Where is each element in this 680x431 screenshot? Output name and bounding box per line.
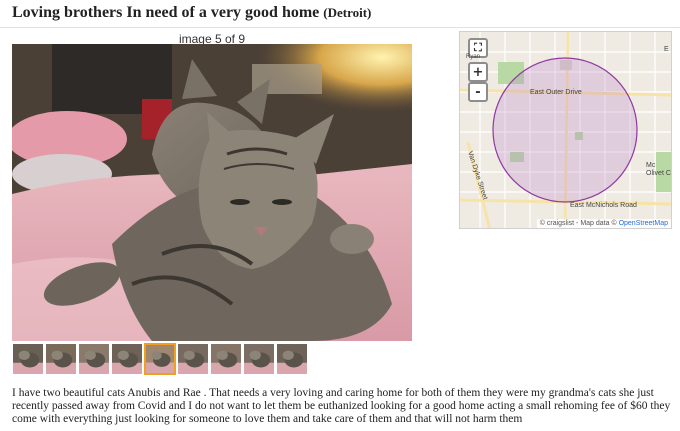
location-map[interactable]: ⛶ + - Ryan E East Outer Drive East McNic… bbox=[459, 31, 672, 229]
thumbnail-image bbox=[178, 344, 208, 374]
thumbnail-image bbox=[46, 344, 76, 374]
map-street-east-outer-drive: East Outer Drive bbox=[530, 89, 582, 96]
posting-title: Loving brothers In need of a very good h… bbox=[12, 4, 320, 21]
thumbnail-5[interactable] bbox=[144, 343, 176, 375]
map-label-top-left: Ryan bbox=[466, 54, 481, 60]
fullscreen-icon: ⛶ bbox=[474, 41, 482, 54]
map-street-east-mcnichols: East McNichols Road bbox=[570, 202, 637, 209]
posting-title-bar: Loving brothers In need of a very good h… bbox=[0, 0, 680, 28]
thumbnail-1[interactable] bbox=[12, 343, 44, 375]
map-attribution: © craigslist - Map data © OpenStreetMap bbox=[536, 219, 671, 228]
zoom-in-button[interactable]: + bbox=[468, 62, 488, 82]
cats-photo bbox=[12, 44, 412, 341]
thumbnail-image bbox=[13, 344, 43, 374]
openstreetmap-link[interactable]: OpenStreetMap bbox=[619, 220, 668, 227]
thumbnail-3[interactable] bbox=[78, 343, 110, 375]
thumbnail-9[interactable] bbox=[276, 343, 308, 375]
thumbnail-strip bbox=[12, 343, 308, 375]
thumbnail-4[interactable] bbox=[111, 343, 143, 375]
map-label-mo: Mc bbox=[646, 162, 656, 169]
main-photo[interactable] bbox=[12, 44, 412, 341]
zoom-out-button[interactable]: - bbox=[468, 82, 488, 102]
thumbnail-8[interactable] bbox=[243, 343, 275, 375]
posting-description: I have two beautiful cats Anubis and Rae… bbox=[12, 387, 671, 425]
thumbnail-image bbox=[112, 344, 142, 374]
thumbnail-2[interactable] bbox=[45, 343, 77, 375]
thumbnail-image bbox=[277, 344, 307, 374]
thumbnail-6[interactable] bbox=[177, 343, 209, 375]
posting-location: (Detroit) bbox=[323, 5, 372, 20]
map-label-top-right: E bbox=[664, 46, 669, 53]
map-tiles bbox=[460, 32, 671, 228]
thumbnail-image bbox=[79, 344, 109, 374]
thumbnail-7[interactable] bbox=[210, 343, 242, 375]
attribution-prefix: © craigslist - Map data © bbox=[539, 220, 617, 227]
thumbnail-image bbox=[211, 344, 241, 374]
thumbnail-image bbox=[244, 344, 274, 374]
map-label-olivet: Olivet C bbox=[646, 170, 671, 177]
thumbnail-image bbox=[146, 345, 174, 373]
